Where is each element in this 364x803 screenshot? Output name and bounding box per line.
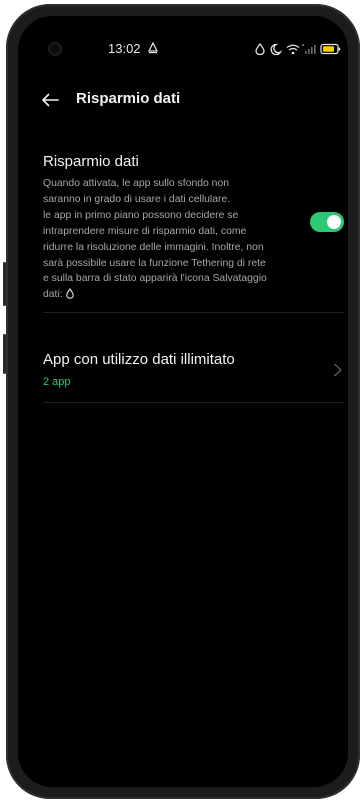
wifi-icon bbox=[286, 44, 300, 55]
data-saver-icon bbox=[65, 288, 74, 300]
toggle-knob bbox=[327, 215, 341, 229]
unlimited-data-title: App con utilizzo dati illimitato bbox=[43, 351, 235, 368]
page-title: Risparmio dati bbox=[76, 90, 181, 107]
volume-button bbox=[3, 262, 6, 306]
phone-frame: 13:02 Risparmio dati Risparmio dati Quan… bbox=[3, 4, 360, 799]
power-button bbox=[3, 334, 6, 374]
front-camera bbox=[48, 42, 62, 56]
alert-icon bbox=[148, 42, 158, 54]
no-signal-icon bbox=[301, 43, 316, 54]
screen: 13:02 Risparmio dati Risparmio dati Quan… bbox=[18, 16, 348, 787]
status-time: 13:02 bbox=[108, 41, 141, 56]
unlimited-data-row[interactable]: App con utilizzo dati illimitato 2 app bbox=[18, 326, 348, 412]
arrow-left-icon bbox=[42, 93, 59, 107]
data-saver-description: Quando attivata, le app sullo sfondo non… bbox=[43, 178, 267, 301]
divider bbox=[43, 312, 344, 313]
do-not-disturb-icon bbox=[270, 43, 283, 55]
divider bbox=[43, 402, 344, 403]
status-icons bbox=[255, 43, 341, 55]
data-saver-toggle[interactable] bbox=[310, 212, 344, 232]
chevron-right-icon bbox=[334, 363, 342, 377]
data-saver-title: Risparmio dati bbox=[43, 153, 139, 170]
data-saver-icon bbox=[255, 43, 265, 55]
battery-icon bbox=[320, 43, 341, 55]
back-button[interactable] bbox=[38, 88, 62, 112]
data-saver-description-block: Quando attivata, le app sullo sfondo non… bbox=[43, 176, 301, 303]
unlimited-data-count: 2 app bbox=[43, 376, 71, 388]
